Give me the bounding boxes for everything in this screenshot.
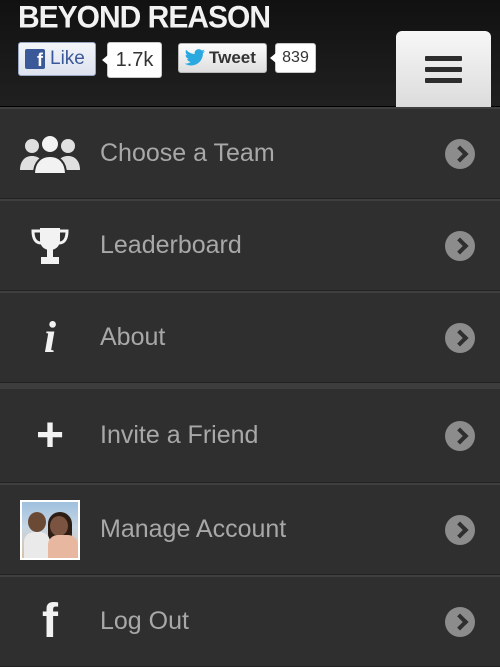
chevron-right-icon <box>445 606 475 637</box>
menu-item-label: About <box>100 323 166 351</box>
plus-icon: + <box>35 408 65 462</box>
chevron-right-icon <box>445 420 475 451</box>
menu-item-label: Log Out <box>100 607 189 635</box>
chevron-right-icon <box>445 322 475 353</box>
menu-item-label: Choose a Team <box>100 139 275 167</box>
menu-item-leaderboard[interactable]: Leaderboard <box>0 199 500 291</box>
menu-item-label: Manage Account <box>100 515 287 543</box>
trophy-icon <box>0 211 100 281</box>
hamburger-icon-bar <box>425 55 462 61</box>
info-icon: i <box>43 313 57 362</box>
brand-logo: BEYOND REASON <box>18 0 271 35</box>
facebook-like-button[interactable]: f Like <box>18 42 96 76</box>
menu-item-about[interactable]: i About <box>0 291 500 383</box>
chevron-right-icon <box>445 514 475 545</box>
menu-item-invite-friend[interactable]: + Invite a Friend <box>0 383 500 483</box>
facebook-like-count: 1.7k <box>102 42 162 78</box>
chevron-right-icon <box>445 230 475 261</box>
facebook-like-label: Like <box>50 48 85 69</box>
tweet-button[interactable]: Tweet <box>178 43 267 73</box>
chevron-right-icon <box>445 138 475 169</box>
avatar <box>20 499 80 560</box>
hamburger-icon-bar <box>425 77 462 83</box>
header: BEYOND REASON f Like 1.7k Tweet 839 <box>0 0 500 107</box>
facebook-icon: f <box>25 49 45 69</box>
menu-item-log-out[interactable]: f Log Out <box>0 575 500 667</box>
menu-item-label: Leaderboard <box>100 231 242 259</box>
menu-item-manage-account[interactable]: Manage Account <box>0 483 500 575</box>
tweet-label: Tweet <box>209 48 256 67</box>
team-icon <box>0 119 100 189</box>
twitter-bird-icon <box>184 49 205 66</box>
tweet-count: 839 <box>270 43 316 73</box>
nav-menu: Choose a Team Leaderboard i About + Invi… <box>0 107 500 667</box>
menu-item-label: Invite a Friend <box>100 421 259 449</box>
menu-toggle-button[interactable] <box>396 31 491 107</box>
hamburger-icon-bar <box>425 66 462 72</box>
facebook-icon: f <box>42 594 58 648</box>
menu-item-choose-team[interactable]: Choose a Team <box>0 107 500 199</box>
